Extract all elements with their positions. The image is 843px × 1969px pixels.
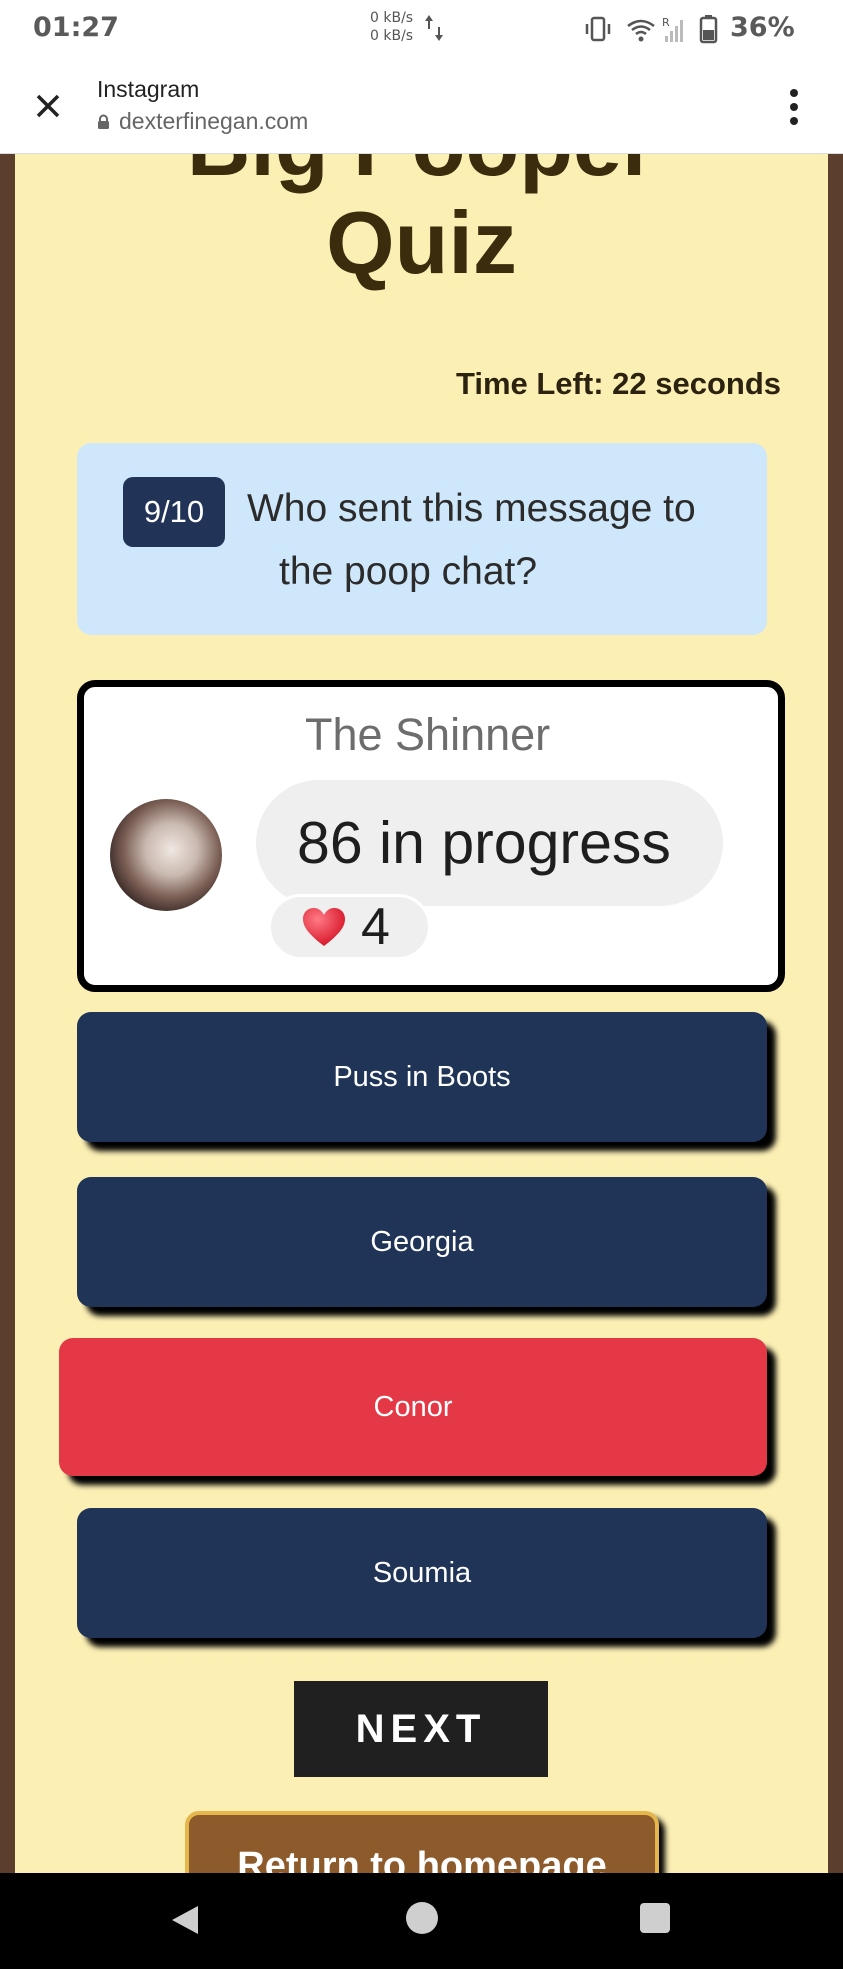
return-home-button[interactable]: Return to homepage xyxy=(185,1811,659,1873)
net-down: 0 kB/s xyxy=(370,28,414,44)
data-transfer-icon xyxy=(425,15,443,41)
answer-button[interactable]: Puss in Boots xyxy=(77,1012,767,1142)
answer-button[interactable]: Georgia xyxy=(77,1177,767,1307)
question-line-1: Who sent this message to xyxy=(247,487,696,530)
quiz-title: Quiz xyxy=(326,193,517,292)
status-bar: 01:27 0 kB/s 0 kB/s R 36% xyxy=(0,0,843,58)
quiz-panel: Big Pooper Quiz Time Left: 22 seconds 9/… xyxy=(15,154,828,1873)
vibrate-icon xyxy=(585,16,611,42)
time-left: Time Left: 22 seconds xyxy=(455,366,781,401)
browser-page-title: Instagram xyxy=(97,76,200,102)
reaction-count: 4 xyxy=(361,898,390,956)
question-box: 9/10 Who sent this message to the poop c… xyxy=(77,443,767,635)
network-speed: 0 kB/s 0 kB/s xyxy=(370,9,413,45)
question-text: Who sent this message to the poop chat? xyxy=(247,477,747,603)
message-bubble: 86 in progress xyxy=(256,780,723,906)
url-text: dexterfinegan.com xyxy=(119,108,309,134)
back-icon[interactable] xyxy=(168,1903,202,1937)
web-page: Big Pooper Quiz Time Left: 22 seconds 9/… xyxy=(0,154,843,1873)
wifi-icon xyxy=(627,19,655,42)
answer-button-incorrect[interactable]: Conor xyxy=(59,1338,767,1476)
message-reaction: 4 xyxy=(268,894,431,960)
lock-icon xyxy=(98,114,109,129)
home-icon[interactable] xyxy=(406,1902,438,1934)
recent-apps-icon[interactable] xyxy=(640,1903,670,1933)
status-time: 01:27 xyxy=(33,12,119,43)
message-sender: The Shinner xyxy=(305,709,551,760)
message-text: 86 in progress xyxy=(297,810,671,876)
signal-icon: R xyxy=(662,16,683,42)
message-screenshot: The Shinner 86 in progress 4 xyxy=(77,680,785,992)
more-menu-icon[interactable] xyxy=(784,86,804,128)
battery-percent: 36% xyxy=(730,12,795,43)
browser-url[interactable]: dexterfinegan.com xyxy=(97,108,308,135)
answer-button[interactable]: Soumia xyxy=(77,1508,767,1638)
net-up: 0 kB/s xyxy=(370,10,414,26)
next-button[interactable]: NEXT xyxy=(294,1681,548,1777)
svg-text:R: R xyxy=(662,16,670,29)
question-progress-badge: 9/10 xyxy=(123,477,225,547)
avatar xyxy=(110,799,222,911)
close-icon[interactable] xyxy=(30,88,66,124)
question-line-2: the poop chat? xyxy=(279,550,538,593)
heart-icon xyxy=(303,908,345,946)
quiz-title-line1: Big Pooper xyxy=(15,154,828,194)
battery-icon xyxy=(699,15,718,44)
system-nav-bar xyxy=(0,1873,843,1969)
browser-toolbar: Instagram dexterfinegan.com xyxy=(0,58,843,154)
status-icons: R xyxy=(585,15,718,44)
